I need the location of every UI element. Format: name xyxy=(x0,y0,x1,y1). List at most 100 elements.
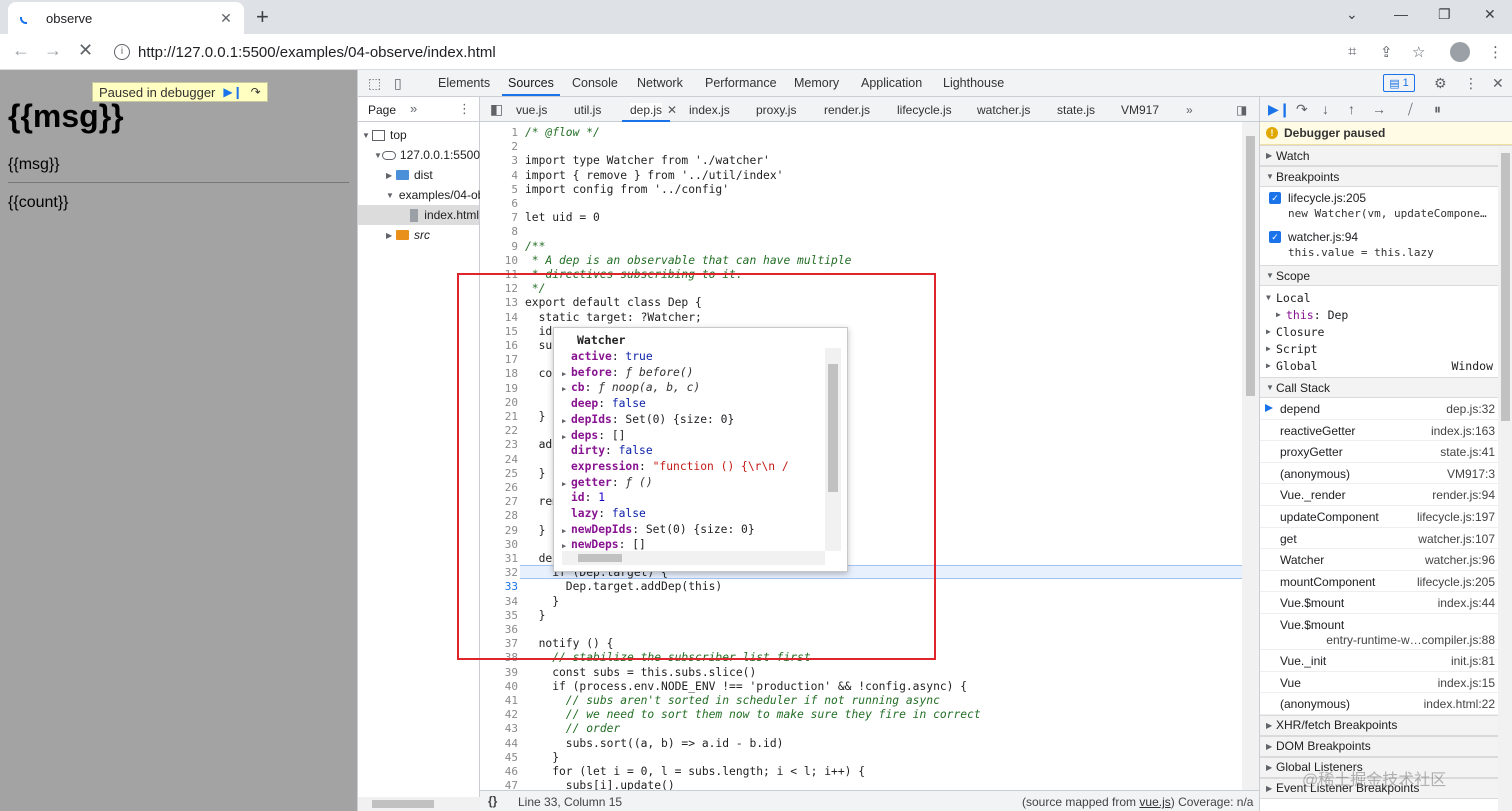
file-tab[interactable]: watcher.js xyxy=(977,103,1030,117)
issues-badge[interactable]: ▤ 1 xyxy=(1383,74,1415,92)
line-number[interactable]: 40 xyxy=(480,680,518,693)
file-tab-active[interactable]: dep.js xyxy=(621,103,671,122)
call-frame[interactable]: get watcher.js:107 xyxy=(1260,528,1512,550)
line-number[interactable]: 6 xyxy=(480,197,518,210)
tab-application[interactable]: Application xyxy=(861,76,922,90)
tab-memory[interactable]: Memory xyxy=(794,76,839,90)
line-number[interactable]: 22 xyxy=(480,424,518,437)
file-tab[interactable]: util.js xyxy=(574,103,601,117)
step-icon[interactable]: → xyxy=(1372,101,1386,117)
line-number[interactable]: 16 xyxy=(480,339,518,352)
call-frame[interactable]: depend dep.js:32 xyxy=(1260,398,1512,420)
expand-arrow-icon[interactable]: ▶ xyxy=(562,433,571,441)
line-number[interactable]: 25 xyxy=(480,467,518,480)
breakpoint-checkbox[interactable]: ✓ xyxy=(1269,231,1281,243)
new-tab-icon[interactable]: + xyxy=(256,4,269,30)
line-number[interactable]: 45 xyxy=(480,751,518,764)
pretty-print-icon[interactable]: {} xyxy=(488,794,497,808)
line-number[interactable]: 15 xyxy=(480,325,518,338)
scroll-thumb[interactable] xyxy=(578,554,622,562)
sidebar-vertical-scrollbar[interactable] xyxy=(1498,147,1512,811)
translate-icon[interactable]: ⌗ xyxy=(1348,43,1356,60)
line-number[interactable]: 14 xyxy=(480,311,518,324)
tab-search-icon[interactable]: ⌄ xyxy=(1346,6,1358,23)
call-frame-location[interactable]: entry-runtime-w…compiler.js:88 xyxy=(1326,633,1495,647)
resume-icon[interactable]: ▶❙ xyxy=(1268,101,1291,118)
line-number[interactable]: 32 xyxy=(480,566,518,579)
call-frame-location[interactable]: render.js:94 xyxy=(1432,488,1495,502)
call-frame-location[interactable]: state.js:41 xyxy=(1440,445,1495,459)
file-tab[interactable]: index.js xyxy=(689,103,730,117)
tree-item-examples[interactable]: ▼ examples/04-observe xyxy=(386,185,480,205)
line-number[interactable]: 4 xyxy=(480,169,518,182)
toggle-debugger-icon[interactable]: ◨ xyxy=(1236,103,1247,117)
call-frame[interactable]: Vue index.js:15 xyxy=(1260,672,1512,694)
tree-item-host[interactable]: ▼ 127.0.0.1:5500 xyxy=(374,145,480,165)
call-frame[interactable]: (anonymous) index.html:22 xyxy=(1260,693,1512,715)
tab-sources[interactable]: Sources xyxy=(502,76,560,96)
object-property[interactable]: ▶ getter: ƒ () xyxy=(562,476,653,489)
editor-vertical-scrollbar[interactable] xyxy=(1242,122,1259,790)
tree-item-src[interactable]: ▶ src xyxy=(386,225,430,245)
line-number[interactable]: 31 xyxy=(480,552,518,565)
site-info-icon[interactable]: i xyxy=(114,44,130,60)
expand-arrow-icon[interactable]: ▶ xyxy=(562,370,571,378)
line-number[interactable]: 18 xyxy=(480,367,518,380)
step-over-icon[interactable]: ↷ xyxy=(1296,101,1308,118)
call-frame[interactable]: proxyGetter state.js:41 xyxy=(1260,441,1512,463)
line-number[interactable]: 5 xyxy=(480,183,518,196)
navigator-horizontal-scrollbar[interactable] xyxy=(358,797,480,811)
browser-tab[interactable]: observe ✕ xyxy=(8,2,244,34)
file-tab[interactable]: lifecycle.js xyxy=(897,103,952,117)
step-over-icon[interactable]: ↷ xyxy=(251,85,261,99)
object-property[interactable]: ▶ before: ƒ before() xyxy=(562,366,693,379)
step-into-icon[interactable]: ↓ xyxy=(1322,101,1329,117)
step-out-icon[interactable]: ↑ xyxy=(1348,101,1355,117)
line-number[interactable]: 19 xyxy=(480,382,518,395)
line-number[interactable]: 26 xyxy=(480,481,518,494)
line-number[interactable]: 7 xyxy=(480,211,518,224)
expand-arrow-icon[interactable]: ▶ xyxy=(562,542,571,550)
line-number[interactable]: 35 xyxy=(480,609,518,622)
scope-global[interactable]: ▶ Global Window xyxy=(1260,357,1512,374)
call-frame-location[interactable]: VM917:3 xyxy=(1447,467,1495,481)
share-icon[interactable]: ⇪ xyxy=(1380,43,1393,61)
line-number[interactable]: 27 xyxy=(480,495,518,508)
line-number[interactable]: 10 xyxy=(480,254,518,267)
line-number[interactable]: 42 xyxy=(480,708,518,721)
tab-network[interactable]: Network xyxy=(637,76,683,90)
call-frame-location[interactable]: watcher.js:96 xyxy=(1425,553,1495,567)
line-number[interactable]: 44 xyxy=(480,737,518,750)
call-frame[interactable]: Vue.$mount index.js:44 xyxy=(1260,592,1512,614)
line-number[interactable]: 39 xyxy=(480,666,518,679)
expand-arrow-icon[interactable]: ▶ xyxy=(562,417,571,425)
line-number[interactable]: 36 xyxy=(480,623,518,636)
tab-elements[interactable]: Elements xyxy=(438,76,490,90)
more-files-icon[interactable]: » xyxy=(1186,103,1193,117)
line-number[interactable]: 24 xyxy=(480,453,518,466)
tab-performance[interactable]: Performance xyxy=(705,76,777,90)
tab-lighthouse[interactable]: Lighthouse xyxy=(943,76,1004,90)
scroll-thumb[interactable] xyxy=(1246,136,1255,396)
scope-local[interactable]: ▼ Local xyxy=(1260,289,1512,306)
close-devtools-icon[interactable]: ✕ xyxy=(1492,75,1504,92)
navigator-menu-icon[interactable]: ⋮ xyxy=(458,101,471,117)
scroll-thumb[interactable] xyxy=(1501,153,1510,421)
scope-script[interactable]: ▶ Script xyxy=(1260,340,1512,357)
section-scope[interactable]: ▼ Scope xyxy=(1260,265,1512,286)
tree-item-top[interactable]: ▼ top xyxy=(362,125,407,145)
navigator-page-tab[interactable]: Page xyxy=(368,103,396,117)
deactivate-breakpoints-icon[interactable]: ⧸ xyxy=(1408,101,1413,118)
call-frame-location[interactable]: lifecycle.js:197 xyxy=(1417,510,1495,524)
line-number[interactable]: 47 xyxy=(480,779,518,790)
scroll-thumb[interactable] xyxy=(372,800,434,808)
line-number[interactable]: 28 xyxy=(480,509,518,522)
line-number[interactable]: 9 xyxy=(480,240,518,253)
line-number[interactable]: 20 xyxy=(480,396,518,409)
call-frame[interactable]: mountComponent lifecycle.js:205 xyxy=(1260,571,1512,593)
toggle-navigator-icon[interactable]: ◧ xyxy=(490,101,503,118)
call-frame[interactable]: Vue._render render.js:94 xyxy=(1260,484,1512,506)
section-xhr-breakpoints[interactable]: ▶ XHR/fetch Breakpoints xyxy=(1260,714,1512,736)
call-frame[interactable]: Vue._init init.js:81 xyxy=(1260,650,1512,672)
minimize-icon[interactable]: — xyxy=(1394,6,1408,22)
